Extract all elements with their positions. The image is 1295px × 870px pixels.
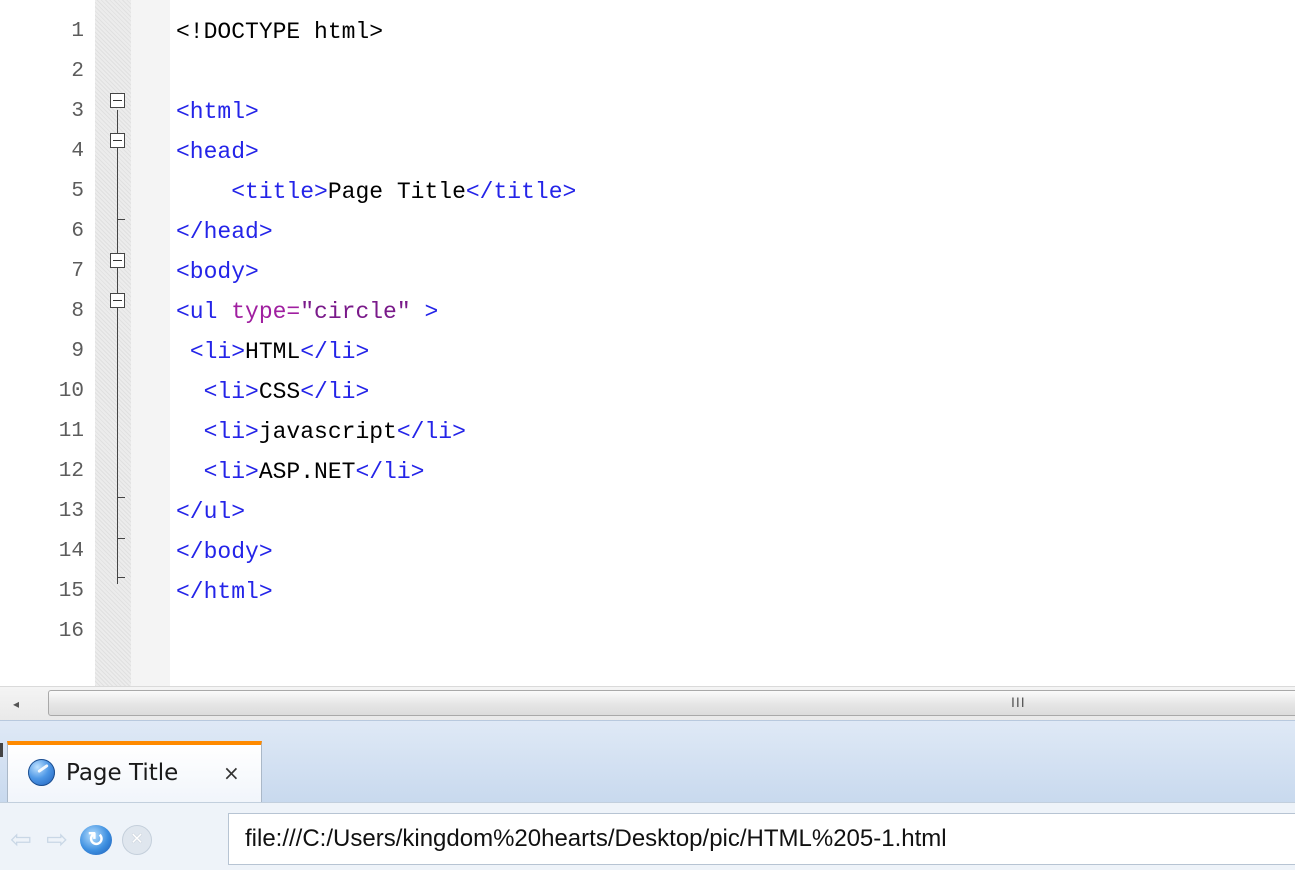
- line-number: 16: [58, 620, 84, 643]
- code-token: <li>: [189, 339, 246, 365]
- address-bar[interactable]: file:///C:/Users/kingdom%20hearts/Deskto…: [228, 813, 1295, 865]
- code-line[interactable]: <title>Page Title</title>: [176, 172, 576, 212]
- fold-guide-line: [117, 110, 118, 584]
- line-number: 14: [58, 540, 84, 563]
- code-line[interactable]: <li>HTML</li>: [176, 332, 369, 372]
- fold-collapse-icon[interactable]: [110, 253, 125, 268]
- code-token: Page Title: [327, 179, 466, 205]
- code-token: type=: [231, 299, 301, 325]
- line-number: 15: [58, 580, 84, 603]
- scrollbar-thumb[interactable]: III: [48, 690, 1295, 716]
- editor-left-padding: [131, 0, 170, 686]
- code-token: <html>: [176, 99, 259, 125]
- code-line[interactable]: <html>: [176, 92, 259, 132]
- code-line[interactable]: </head>: [176, 212, 273, 252]
- line-number: 1: [71, 20, 84, 43]
- code-token: <head>: [176, 139, 259, 165]
- scroll-left-arrow-icon[interactable]: ◂: [3, 694, 29, 714]
- tab-title: Page Title: [66, 760, 179, 786]
- code-token: <li>: [203, 459, 259, 485]
- code-line[interactable]: </html>: [176, 572, 273, 612]
- scrollbar-grip: III: [1011, 694, 1026, 710]
- code-token: <title>: [231, 179, 328, 205]
- code-token: <!DOCTYPE html>: [176, 19, 384, 45]
- code-token: "circle": [300, 299, 411, 325]
- code-token: </li>: [396, 419, 466, 445]
- code-editor[interactable]: 1 2 3 4 5 6 7 8 9 10 11 12 13 14 15 16 <!DOCTYPE html> <…: [0, 0, 1295, 686]
- line-number: 13: [58, 500, 84, 523]
- fold-end-tick: [117, 538, 125, 539]
- code-token: </li>: [300, 339, 370, 365]
- code-line[interactable]: <li>javascript</li>: [176, 412, 466, 452]
- code-line[interactable]: <ul type="circle" >: [176, 292, 438, 332]
- tab-strip-edge: [0, 743, 3, 757]
- tab-page-title[interactable]: Page Title ×: [7, 741, 262, 803]
- line-number: 2: [71, 60, 84, 83]
- fold-collapse-icon[interactable]: [110, 293, 125, 308]
- back-arrow-icon[interactable]: ⇦: [6, 825, 36, 853]
- fold-collapse-icon[interactable]: [110, 93, 125, 108]
- code-token: <li>: [203, 419, 259, 445]
- code-token: <li>: [203, 379, 259, 405]
- line-number: 7: [71, 260, 84, 283]
- fold-gutter: [100, 0, 130, 686]
- code-line[interactable]: <li>ASP.NET</li>: [176, 452, 425, 492]
- code-line[interactable]: </ul>: [176, 492, 245, 532]
- code-token: </head>: [176, 219, 273, 245]
- line-number: 8: [71, 300, 84, 323]
- browser-tab-strip: Page Title ×: [0, 720, 1295, 803]
- code-token: <ul: [176, 299, 232, 325]
- code-token: HTML: [245, 339, 301, 365]
- line-number: 9: [71, 340, 84, 363]
- stop-icon[interactable]: ✕: [122, 825, 152, 855]
- reload-icon[interactable]: ↻: [80, 825, 112, 855]
- line-number-gutter: 1 2 3 4 5 6 7 8 9 10 11 12 13 14 15 16: [0, 0, 95, 686]
- code-token: </title>: [465, 179, 577, 205]
- code-token: CSS: [258, 379, 301, 405]
- code-token: </body>: [176, 539, 273, 565]
- code-token: javascript: [258, 419, 397, 445]
- line-number: 4: [71, 140, 84, 163]
- fold-end-tick: [117, 497, 125, 498]
- fold-collapse-icon[interactable]: [110, 133, 125, 148]
- code-line[interactable]: <li>CSS</li>: [176, 372, 370, 412]
- code-token: </li>: [300, 379, 370, 405]
- forward-arrow-icon[interactable]: ⇨: [42, 825, 72, 853]
- horizontal-scrollbar[interactable]: ◂ III: [0, 686, 1295, 721]
- code-token: >: [410, 299, 439, 325]
- line-number: 12: [58, 460, 84, 483]
- code-line[interactable]: </body>: [176, 532, 273, 572]
- fold-end-tick: [117, 577, 125, 578]
- code-line[interactable]: <!DOCTYPE html>: [176, 12, 383, 52]
- fold-end-tick: [117, 219, 125, 220]
- code-line[interactable]: <head>: [176, 132, 259, 172]
- code-line[interactable]: <body>: [176, 252, 259, 292]
- code-area[interactable]: <!DOCTYPE html> <html> <head> <title>Page …: [170, 0, 1295, 686]
- code-token: </ul>: [176, 499, 246, 525]
- address-url[interactable]: file:///C:/Users/kingdom%20hearts/Deskto…: [245, 824, 947, 854]
- code-token: </li>: [355, 459, 425, 485]
- line-number: 11: [58, 420, 84, 443]
- globe-favicon-icon: [28, 759, 55, 786]
- line-number: 3: [71, 100, 84, 123]
- line-number: 5: [71, 180, 84, 203]
- code-token: ASP.NET: [258, 459, 356, 485]
- close-icon[interactable]: ×: [223, 761, 240, 785]
- code-token: </html>: [176, 579, 273, 605]
- line-number: 10: [58, 380, 84, 403]
- code-token: <body>: [176, 259, 259, 285]
- browser-navigation-bar: ⇦ ⇨ ↻ ✕ file:///C:/Users/kingdom%20heart…: [0, 802, 1295, 870]
- line-number: 6: [71, 220, 84, 243]
